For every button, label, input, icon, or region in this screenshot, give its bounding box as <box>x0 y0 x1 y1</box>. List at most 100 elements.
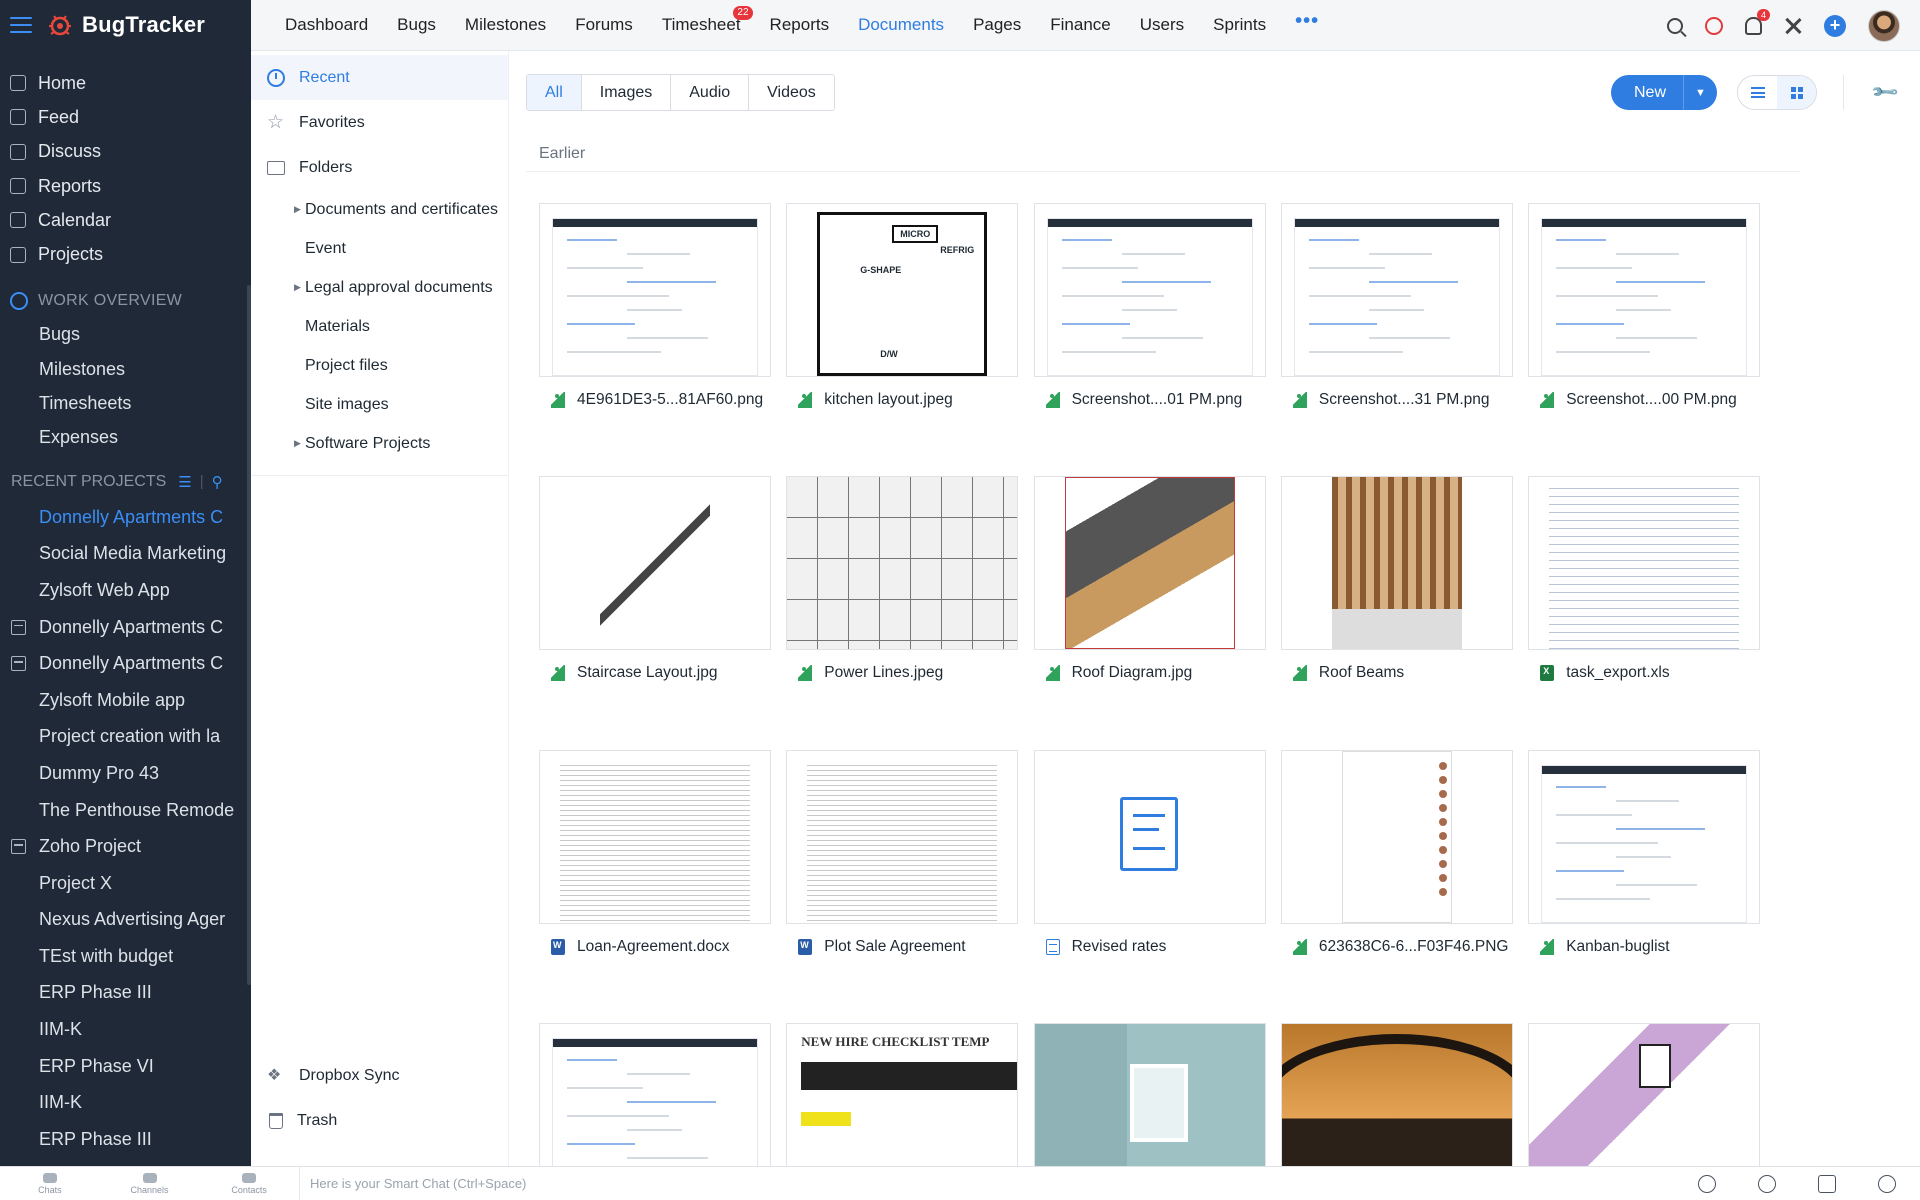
file-card[interactable]: MICRO REFRIG G-SHAPE D/W kitchen layout.jpeg <box>786 203 1019 408</box>
file-thumbnail[interactable] <box>1033 1022 1266 1166</box>
file-card[interactable]: 4E961DE3-5...81AF60.png <box>539 203 771 408</box>
file-card[interactable]: Roof Beams <box>1280 476 1513 682</box>
file-name[interactable]: Roof Diagram.jpg <box>1045 664 1271 682</box>
file-thumbnail[interactable] <box>1280 476 1513 651</box>
file-card[interactable]: task_export.xls <box>1528 476 1761 682</box>
recent-project-item[interactable]: Dummy Pro 43 <box>0 755 251 792</box>
file-name[interactable]: Revised rates <box>1045 938 1271 956</box>
sidebar-item-projects[interactable]: Projects <box>0 237 251 271</box>
file-thumbnail[interactable] <box>1033 476 1266 651</box>
file-thumbnail[interactable] <box>1528 749 1761 924</box>
smart-chat-input[interactable]: Here is your Smart Chat (Ctrl+Space) <box>310 1176 1698 1191</box>
filter-icon[interactable]: ☰ <box>178 473 191 491</box>
recent-project-item[interactable]: Social Media Marketing <box>0 536 251 573</box>
dropbox-sync-link[interactable]: ❖ Dropbox Sync <box>251 1053 508 1098</box>
trash-link[interactable]: Trash <box>251 1098 508 1143</box>
file-name[interactable]: Plot Sale Agreement <box>798 938 1023 956</box>
file-thumbnail[interactable] <box>539 1022 771 1166</box>
list-view-button[interactable] <box>1738 76 1777 109</box>
tab-sprints[interactable]: Sprints <box>1213 15 1266 35</box>
file-name[interactable]: Loan-Agreement.docx <box>551 938 776 956</box>
file-thumbnail[interactable] <box>786 476 1019 651</box>
file-thumbnail[interactable] <box>539 749 771 924</box>
file-name[interactable]: Kanban-buglist <box>1540 938 1765 956</box>
user-avatar[interactable] <box>1868 9 1900 42</box>
new-button[interactable]: New ▼ <box>1611 75 1717 110</box>
recent-project-item[interactable]: Zoho Project <box>0 828 251 865</box>
recent-project-item[interactable]: ERP Phase III <box>0 975 251 1012</box>
file-card[interactable]: Staircase Layout.jpg <box>539 476 771 682</box>
recent-project-item[interactable]: Zylsoft Web App <box>0 572 251 609</box>
file-card[interactable]: Screenshot....00 PM.png <box>1528 203 1761 408</box>
grid-view-button[interactable] <box>1777 76 1816 109</box>
quick-add-button[interactable]: + <box>1824 14 1846 37</box>
file-name[interactable]: Roof Beams <box>1292 664 1518 682</box>
file-thumbnail[interactable] <box>1528 1022 1761 1166</box>
file-thumbnail[interactable] <box>1033 749 1266 924</box>
bottom-tab-channels[interactable]: Channels <box>100 1167 200 1200</box>
folder-item[interactable]: ▶ Documents and certificates <box>251 190 508 229</box>
file-thumbnail[interactable] <box>1528 203 1761 377</box>
file-card[interactable] <box>1528 1022 1761 1166</box>
file-thumbnail[interactable]: MICRO REFRIG G-SHAPE D/W <box>786 203 1019 377</box>
calendar-icon[interactable] <box>1818 1174 1836 1193</box>
sidebar-item-calendar[interactable]: Calendar <box>0 203 251 237</box>
timer-icon[interactable] <box>1705 16 1723 35</box>
recent-project-item[interactable]: Nexus Advertising Ager <box>0 902 251 939</box>
file-name[interactable]: Power Lines.jpeg <box>798 664 1023 682</box>
favorites-link[interactable]: ☆ Favorites <box>251 100 508 145</box>
recent-project-item[interactable]: ERP Phase III <box>0 1121 251 1158</box>
file-thumbnail[interactable] <box>1280 749 1513 924</box>
tab-milestones[interactable]: Milestones <box>465 15 546 35</box>
file-card[interactable]: Roof Diagram.jpg <box>1033 476 1266 682</box>
tools-icon[interactable] <box>1784 17 1802 35</box>
bottom-tab-chats[interactable]: Chats <box>0 1167 100 1200</box>
tab-users[interactable]: Users <box>1140 15 1184 35</box>
folder-item[interactable]: ▶ Software Projects <box>251 424 508 463</box>
tab-forums[interactable]: Forums <box>575 15 633 35</box>
folder-item[interactable]: Materials <box>251 307 508 346</box>
tab-documents[interactable]: Documents <box>858 15 944 35</box>
file-card[interactable] <box>1033 1022 1266 1166</box>
hamburger-menu-icon[interactable] <box>10 17 32 33</box>
work-overview-item[interactable]: Timesheets <box>0 386 251 420</box>
chevron-down-icon[interactable]: ▼ <box>1683 75 1717 110</box>
caret-right-icon[interactable]: ▶ <box>294 204 301 215</box>
file-card[interactable] <box>539 1022 771 1166</box>
file-card[interactable]: Revised rates <box>1033 749 1266 955</box>
search-icon[interactable] <box>1667 17 1683 34</box>
work-overview-heading[interactable]: WORK OVERVIEW <box>0 284 251 318</box>
recent-project-item[interactable]: The Penthouse Remode <box>0 792 251 829</box>
caret-right-icon[interactable]: ▶ <box>294 438 301 449</box>
file-name[interactable]: kitchen layout.jpeg <box>798 391 1023 409</box>
file-card[interactable]: Kanban-buglist <box>1528 749 1761 955</box>
file-name[interactable]: Screenshot....31 PM.png <box>1292 391 1518 409</box>
more-menu-icon[interactable]: ••• <box>1295 10 1319 33</box>
recent-project-item[interactable]: Donnelly Apartments C <box>0 609 251 646</box>
bottom-tab-contacts[interactable]: Contacts <box>199 1167 299 1200</box>
recent-project-item[interactable]: Project X <box>0 865 251 902</box>
file-card[interactable]: NEW HIRE CHECKLIST TEMP <box>786 1022 1019 1166</box>
folder-item[interactable]: Event <box>251 229 508 268</box>
tab-dashboard[interactable]: Dashboard <box>285 15 368 35</box>
file-thumbnail[interactable] <box>539 476 771 651</box>
folders-link[interactable]: Folders <box>251 145 508 190</box>
file-card[interactable]: Loan-Agreement.docx <box>539 749 771 955</box>
work-overview-item[interactable]: Bugs <box>0 318 251 352</box>
work-overview-item[interactable]: Expenses <box>0 421 251 455</box>
folder-item[interactable]: ▶ Legal approval documents <box>251 268 508 307</box>
file-name[interactable]: Screenshot....01 PM.png <box>1045 391 1271 409</box>
file-name[interactable]: 623638C6-6...F03F46.PNG <box>1292 938 1518 956</box>
project-search-icon[interactable]: ⚲ <box>212 473 223 491</box>
file-thumbnail[interactable] <box>786 749 1019 924</box>
filter-tab-all[interactable]: All <box>527 75 582 110</box>
tab-reports[interactable]: Reports <box>770 15 830 35</box>
recent-project-item[interactable]: TEst with budget <box>0 938 251 975</box>
file-card[interactable]: 623638C6-6...F03F46.PNG <box>1280 749 1513 955</box>
file-card[interactable]: Power Lines.jpeg <box>786 476 1019 682</box>
file-thumbnail[interactable] <box>1280 1022 1513 1166</box>
tab-pages[interactable]: Pages <box>973 15 1021 35</box>
settings-wrench-icon[interactable]: 🔧 <box>1870 77 1900 107</box>
folder-item[interactable]: Project files <box>251 346 508 385</box>
file-thumbnail[interactable] <box>1528 476 1761 651</box>
